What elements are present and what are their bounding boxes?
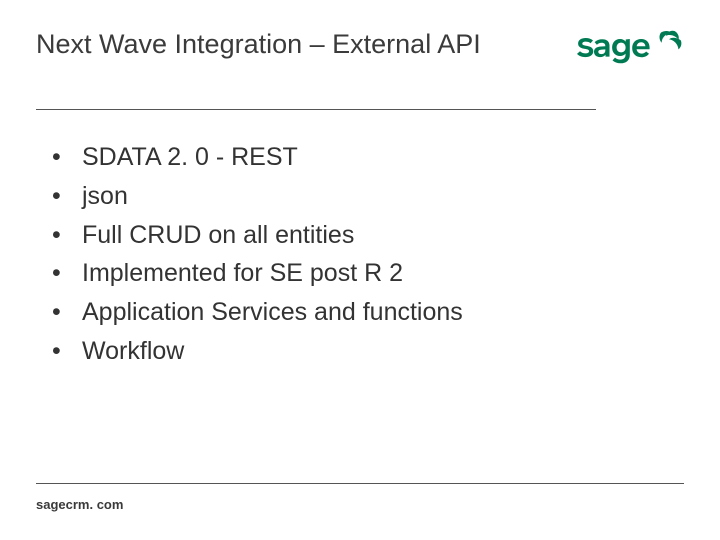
list-item: Workflow xyxy=(48,332,684,371)
slide: Next Wave Integration – External API xyxy=(0,0,720,540)
list-item: Implemented for SE post R 2 xyxy=(48,254,684,293)
list-item: SDATA 2. 0 - REST xyxy=(48,138,684,177)
header: Next Wave Integration – External API xyxy=(36,28,684,73)
list-item: json xyxy=(48,177,684,216)
sage-logo-icon xyxy=(576,30,684,68)
sage-logo xyxy=(576,28,684,73)
list-item: Application Services and functions xyxy=(48,293,684,332)
bullet-list: SDATA 2. 0 - REST json Full CRUD on all … xyxy=(48,138,684,371)
bottom-divider xyxy=(36,483,684,484)
list-item: Full CRUD on all entities xyxy=(48,216,684,255)
footer-url: sagecrm. com xyxy=(36,497,123,512)
content-area: SDATA 2. 0 - REST json Full CRUD on all … xyxy=(36,110,684,371)
page-title: Next Wave Integration – External API xyxy=(36,28,481,62)
